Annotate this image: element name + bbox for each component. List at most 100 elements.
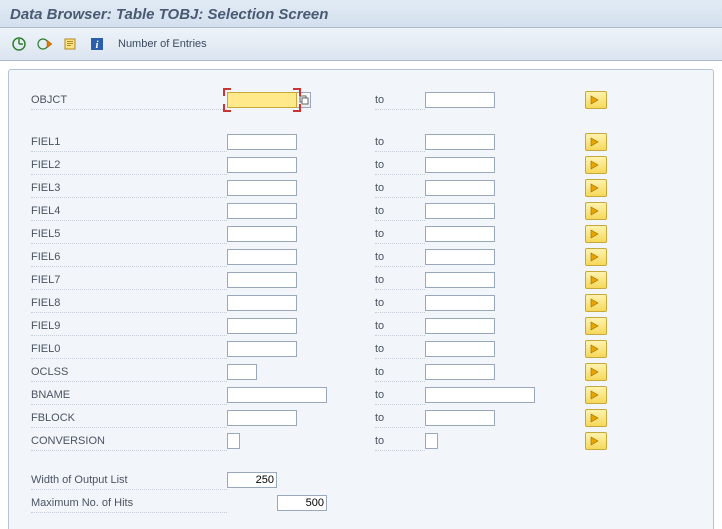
to-cell <box>425 249 545 265</box>
selection-row: FIEL3to <box>31 178 691 198</box>
opt-cell <box>585 340 607 358</box>
from-input[interactable] <box>227 364 257 380</box>
field-label: FIEL8 <box>31 294 227 313</box>
opt-cell <box>585 202 607 220</box>
to-cell <box>425 92 545 108</box>
from-input[interactable] <box>227 272 297 288</box>
from-cell <box>227 341 347 357</box>
to-label: to <box>375 225 425 244</box>
to-input[interactable] <box>425 226 495 242</box>
to-input[interactable] <box>425 364 495 380</box>
multiple-selection-button[interactable] <box>585 248 607 266</box>
field-label: OCLSS <box>31 363 227 382</box>
multiple-selection-button[interactable] <box>585 91 607 109</box>
multiple-selection-button[interactable] <box>585 409 607 427</box>
multiple-selection-button[interactable] <box>585 340 607 358</box>
from-input[interactable] <box>227 203 297 219</box>
opt-cell <box>585 386 607 404</box>
from-input[interactable] <box>227 157 297 173</box>
from-cell <box>227 318 347 334</box>
execute-icon[interactable] <box>10 35 28 53</box>
opt-cell <box>585 432 607 450</box>
selection-row: FIEL6to <box>31 247 691 267</box>
to-input[interactable] <box>425 203 495 219</box>
multiple-selection-button[interactable] <box>585 294 607 312</box>
to-label: to <box>375 179 425 198</box>
selection-row: FIEL9to <box>31 316 691 336</box>
from-input[interactable] <box>227 180 297 196</box>
multiple-selection-button[interactable] <box>585 133 607 151</box>
field-label: FIEL1 <box>31 133 227 152</box>
field-label: FIEL0 <box>31 340 227 359</box>
width-output-label: Width of Output List <box>31 471 227 490</box>
from-cell <box>227 410 347 426</box>
from-input[interactable] <box>227 134 297 150</box>
to-cell <box>425 180 545 196</box>
from-cell <box>227 249 347 265</box>
from-input[interactable] <box>227 249 297 265</box>
to-label: to <box>375 294 425 313</box>
to-input[interactable] <box>425 180 495 196</box>
execute-with-variant-icon[interactable] <box>36 35 54 53</box>
to-input[interactable] <box>425 341 495 357</box>
to-input[interactable] <box>425 272 495 288</box>
selection-row: FIEL5 to <box>31 224 691 244</box>
get-variant-icon[interactable] <box>62 35 80 53</box>
objct-to-input[interactable] <box>425 92 495 108</box>
to-input[interactable] <box>425 318 495 334</box>
to-input[interactable] <box>425 249 495 265</box>
to-cell <box>425 410 545 426</box>
opt-cell <box>585 317 607 335</box>
multiple-selection-button[interactable] <box>585 317 607 335</box>
multiple-selection-button[interactable] <box>585 386 607 404</box>
to-label: to <box>375 133 425 152</box>
selection-row: FIEL4to <box>31 201 691 221</box>
titlebar: Data Browser: Table TOBJ: Selection Scre… <box>0 0 722 28</box>
to-label: to <box>375 409 425 428</box>
from-input[interactable] <box>227 295 297 311</box>
from-input[interactable] <box>227 318 297 334</box>
multiple-selection-button[interactable] <box>585 179 607 197</box>
multiple-selection-button[interactable] <box>585 363 607 381</box>
to-input[interactable] <box>425 433 438 449</box>
max-hits-row: Maximum No. of Hits <box>31 493 691 513</box>
info-icon[interactable]: i <box>88 35 106 53</box>
from-input[interactable] <box>227 341 297 357</box>
opt-cell <box>585 409 607 427</box>
selection-panel: OBJCT to <box>8 69 714 529</box>
max-hits-input[interactable] <box>277 495 327 511</box>
from-input[interactable] <box>227 433 240 449</box>
to-cell <box>425 341 545 357</box>
opt-cell <box>585 179 607 197</box>
opt-cell <box>585 363 607 381</box>
from-cell <box>227 364 347 380</box>
from-input[interactable] <box>227 387 327 403</box>
multiple-selection-button[interactable] <box>585 432 607 450</box>
objct-from-input[interactable] <box>227 92 297 108</box>
to-label: to <box>375 340 425 359</box>
width-output-input[interactable] <box>227 472 277 488</box>
field-label: FIEL4 <box>31 202 227 221</box>
to-input[interactable] <box>425 295 495 311</box>
multiple-selection-button[interactable] <box>585 202 607 220</box>
field-label: FIEL2 <box>31 156 227 175</box>
to-cell <box>425 433 545 449</box>
field-label: FIEL5 <box>31 225 227 244</box>
from-cell <box>227 134 347 150</box>
number-of-entries-link[interactable]: Number of Entries <box>118 38 207 50</box>
to-input[interactable] <box>425 410 495 426</box>
multiple-selection-button[interactable] <box>585 225 607 243</box>
selection-row: FIEL8 to <box>31 293 691 313</box>
to-input[interactable] <box>425 134 495 150</box>
opt-cell <box>585 156 607 174</box>
from-input[interactable] <box>227 410 297 426</box>
to-input[interactable] <box>425 157 495 173</box>
from-input[interactable] <box>227 226 297 242</box>
to-input[interactable] <box>425 387 535 403</box>
to-cell <box>425 364 545 380</box>
multiple-selection-button[interactable] <box>585 156 607 174</box>
main-area: OBJCT to <box>0 61 722 529</box>
opt-cell <box>585 294 607 312</box>
opt-cell <box>585 91 607 109</box>
multiple-selection-button[interactable] <box>585 271 607 289</box>
